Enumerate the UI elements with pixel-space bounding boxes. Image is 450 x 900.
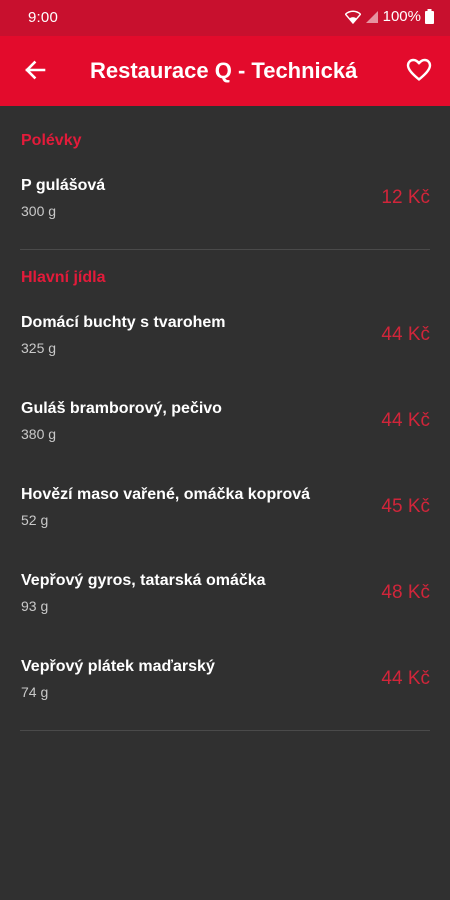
list-item[interactable]: Hovězí maso vařené, omáčka koprová 52 g … [0, 486, 450, 572]
wifi-icon [344, 10, 361, 24]
menu-list: Polévky P gulášová 300 g 12 Kč Hlavní jí… [0, 106, 450, 745]
status-time: 9:00 [28, 9, 58, 26]
section-header: Hlavní jídla [21, 269, 106, 286]
item-price: 48 Kč [381, 582, 430, 603]
item-price: 44 Kč [381, 324, 430, 345]
section-soups: Polévky P gulášová 300 g 12 Kč [0, 106, 450, 264]
battery-percent: 100% [382, 8, 421, 25]
item-weight: 74 g [21, 684, 49, 700]
item-name: Hovězí maso vařené, omáčka koprová [21, 486, 311, 503]
divider [20, 730, 430, 731]
section-header: Polévky [21, 132, 82, 149]
list-item[interactable]: Vepřový plátek maďarský 74 g 44 Kč [0, 658, 450, 744]
section-main-dishes: Hlavní jídla Domácí buchty s tvarohem 32… [0, 264, 450, 745]
app-bar: Restaurace Q - Technická [0, 36, 450, 106]
item-price: 45 Kč [381, 496, 430, 517]
list-item[interactable]: P gulášová 300 g 12 Kč [0, 177, 450, 263]
item-name: Guláš bramborový, pečivo [21, 400, 222, 417]
item-name: P gulášová [21, 177, 106, 194]
item-price: 44 Kč [381, 668, 430, 689]
list-item[interactable]: Vepřový gyros, tatarská omáčka 93 g 48 K… [0, 572, 450, 658]
item-weight: 325 g [21, 340, 57, 356]
item-weight: 300 g [21, 203, 57, 219]
status-bar: 9:00 100% [0, 0, 450, 36]
divider [20, 249, 430, 250]
favorite-button[interactable] [402, 55, 436, 89]
item-weight: 52 g [21, 512, 49, 528]
item-name: Vepřový plátek maďarský [21, 658, 215, 675]
item-price: 12 Kč [381, 187, 430, 208]
list-item[interactable]: Domácí buchty s tvarohem 325 g 44 Kč [0, 314, 450, 400]
item-name: Domácí buchty s tvarohem [21, 314, 226, 331]
status-icons: 100% [344, 8, 434, 25]
page-title: Restaurace Q - Technická [90, 58, 358, 83]
item-price: 44 Kč [381, 410, 430, 431]
battery-icon [425, 9, 434, 24]
item-name: Vepřový gyros, tatarská omáčka [21, 572, 266, 589]
heart-outline-icon [406, 58, 432, 87]
item-weight: 380 g [21, 426, 57, 442]
list-item[interactable]: Guláš bramborový, pečivo 380 g 44 Kč [0, 400, 450, 486]
signal-icon [365, 10, 379, 24]
item-weight: 93 g [21, 598, 49, 614]
back-arrow-icon [24, 59, 46, 86]
back-button[interactable] [18, 55, 52, 89]
